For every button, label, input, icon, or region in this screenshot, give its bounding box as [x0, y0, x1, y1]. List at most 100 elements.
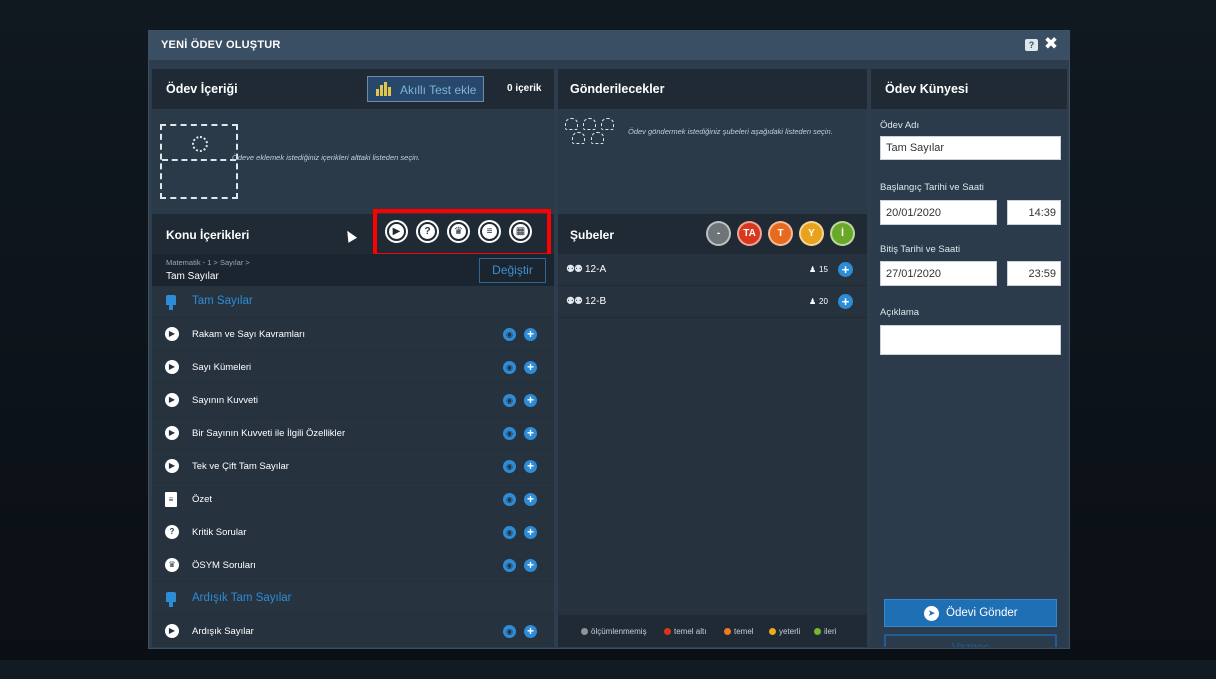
- add-content-icon[interactable]: +: [524, 460, 537, 473]
- level-filter-3[interactable]: T: [768, 221, 793, 246]
- preview-eye-icon[interactable]: ◉: [503, 361, 516, 374]
- add-content-icon[interactable]: +: [524, 394, 537, 407]
- content-row[interactable]: ▶ Bir Sayının Kuvveti ile İlgili Özellikl…: [152, 418, 554, 450]
- help-icon[interactable]: ?: [1025, 39, 1038, 51]
- add-section-icon[interactable]: +: [838, 262, 853, 277]
- homework-name-input[interactable]: [880, 136, 1061, 160]
- content-row[interactable]: ▶ Sayı Kümeleri ◉ +: [152, 352, 554, 384]
- video-tool-icon: ▶: [389, 224, 404, 239]
- video-tool-button[interactable]: ▶: [385, 220, 408, 243]
- start-time-input[interactable]: [1007, 200, 1061, 225]
- legend-item: ölçümlenmemiş: [581, 627, 647, 636]
- content-row-label: Kritik Sorular: [192, 527, 247, 538]
- legend-dot: [814, 628, 821, 635]
- content-row-label: Ardışık Sayılar: [192, 626, 254, 637]
- preview-eye-icon[interactable]: ◉: [503, 394, 516, 407]
- recipients-empty-text: Ödev göndermek istediğiniz şubeleri aşağ…: [628, 127, 833, 136]
- add-content-icon[interactable]: +: [524, 361, 537, 374]
- content-row[interactable]: ♛ ÖSYM Soruları ◉ +: [152, 550, 554, 582]
- level-filter-5[interactable]: İ: [830, 221, 855, 246]
- recipients-panel: Gönderilecekler Ödev göndermek istediğin…: [558, 69, 867, 647]
- cancel-button[interactable]: Vazgeç: [884, 634, 1057, 647]
- question-icon: ?: [165, 525, 179, 539]
- content-row[interactable]: ≡ Özet ◉ +: [152, 484, 554, 516]
- add-content-icon[interactable]: +: [524, 526, 537, 539]
- legend-dot: [581, 628, 588, 635]
- preview-eye-icon[interactable]: ◉: [503, 427, 516, 440]
- content-empty-state: Ödeve eklemek istediğiniz içerikleri alt…: [152, 109, 554, 214]
- add-smart-test-button[interactable]: Akıllı Test ekle: [367, 76, 484, 102]
- add-content-icon[interactable]: +: [524, 559, 537, 572]
- play-icon: ▶: [165, 426, 179, 440]
- breadcrumb-path: Matematik - 1 > Sayılar >: [166, 258, 250, 267]
- content-count: 0 içerik: [507, 83, 542, 94]
- class-section-row[interactable]: ⚉⚉ 12-B ♟ 20 +: [558, 286, 867, 318]
- add-content-icon[interactable]: +: [524, 427, 537, 440]
- document-icon: ≡: [165, 492, 177, 507]
- recipients-title: Gönderilecekler: [570, 82, 665, 96]
- level-filter-4[interactable]: Y: [799, 221, 824, 246]
- homework-name-label: Ödev Adı: [880, 120, 920, 131]
- end-date-input[interactable]: [880, 261, 997, 286]
- topic-pin-icon: [166, 295, 176, 310]
- content-placeholder-icon: [160, 124, 238, 199]
- send-homework-button[interactable]: ➤ Ödevi Gönder: [884, 599, 1057, 627]
- legend-label: temel altı: [674, 627, 707, 636]
- add-section-icon[interactable]: +: [838, 294, 853, 309]
- level-legend: ölçümlenmemiş temel altı temel yeterli ileri: [558, 615, 867, 647]
- question-tool-button[interactable]: ?: [416, 220, 439, 243]
- legend-label: ileri: [824, 627, 837, 636]
- mouse-cursor-icon: [342, 228, 358, 243]
- end-time-input[interactable]: [1007, 261, 1061, 286]
- legend-label: temel: [734, 627, 754, 636]
- content-row[interactable]: ▶ Rakam ve Sayı Kavramları ◉ +: [152, 319, 554, 351]
- description-input[interactable]: [880, 325, 1061, 355]
- legend-item: yeterli: [769, 627, 800, 636]
- class-section-name: 12-A: [585, 264, 607, 275]
- preview-eye-icon[interactable]: ◉: [503, 526, 516, 539]
- add-content-icon[interactable]: +: [524, 328, 537, 341]
- play-icon: ▶: [165, 459, 179, 473]
- close-icon[interactable]: ✖: [1043, 35, 1059, 53]
- osym-tool-button[interactable]: ♛: [447, 220, 470, 243]
- homework-details-panel: Ödev Künyesi Ödev Adı Başlangıç Tarihi v…: [871, 69, 1067, 647]
- content-row-label: Sayı Kümeleri: [192, 362, 252, 373]
- group-icon: ⚉⚉: [566, 264, 583, 275]
- content-row-label: Rakam ve Sayı Kavramları: [192, 329, 305, 340]
- document-tool-button[interactable]: ≡: [478, 220, 501, 243]
- add-content-icon[interactable]: +: [524, 493, 537, 506]
- level-filter-2[interactable]: TA: [737, 221, 762, 246]
- change-topic-button[interactable]: Değiştir: [479, 258, 546, 283]
- topic-section-label: Tam Sayılar: [192, 295, 253, 307]
- preview-eye-icon[interactable]: ◉: [503, 559, 516, 572]
- send-homework-label: Ödevi Gönder: [946, 607, 1018, 619]
- content-row[interactable]: ? Kritik Sorular ◉ +: [152, 517, 554, 549]
- content-row[interactable]: ▶ Tek ve Çift Tam Sayılar ◉ +: [152, 451, 554, 483]
- content-empty-text: Ödeve eklemek istediğiniz içerikleri alt…: [232, 153, 420, 162]
- start-date-input[interactable]: [880, 200, 997, 225]
- content-row[interactable]: ▶ Ardışık Sayılar ◉ +: [152, 616, 554, 647]
- play-icon: ▶: [165, 624, 179, 638]
- test-tool-button[interactable]: ▦: [509, 220, 532, 243]
- add-smart-test-label: Akıllı Test ekle: [400, 83, 477, 97]
- student-count: 15: [819, 265, 828, 274]
- homework-details-header: Ödev Künyesi: [871, 69, 1067, 109]
- preview-eye-icon[interactable]: ◉: [503, 625, 516, 638]
- start-datetime-label: Başlangıç Tarihi ve Saati: [880, 182, 984, 193]
- description-label: Açıklama: [880, 307, 920, 318]
- preview-eye-icon[interactable]: ◉: [503, 493, 516, 506]
- class-section-row[interactable]: ⚉⚉ 12-A ♟ 15 +: [558, 254, 867, 286]
- play-icon: ▶: [165, 327, 179, 341]
- add-content-icon[interactable]: +: [524, 625, 537, 638]
- class-section-name: 12-B: [585, 296, 607, 307]
- level-filter-1[interactable]: -: [706, 221, 731, 246]
- preview-eye-icon[interactable]: ◉: [503, 460, 516, 473]
- test-tool-icon: ▦: [513, 224, 528, 239]
- legend-dot: [724, 628, 731, 635]
- new-homework-modal: YENİ ÖDEV OLUŞTUR ? ✖ Ödev İçeriği Akıll…: [148, 30, 1070, 649]
- preview-eye-icon[interactable]: ◉: [503, 328, 516, 341]
- class-group-icon: [565, 118, 623, 146]
- legend-label: yeterli: [779, 627, 801, 636]
- loader-icon: [192, 136, 208, 152]
- content-row[interactable]: ▶ Sayının Kuvveti ◉ +: [152, 385, 554, 417]
